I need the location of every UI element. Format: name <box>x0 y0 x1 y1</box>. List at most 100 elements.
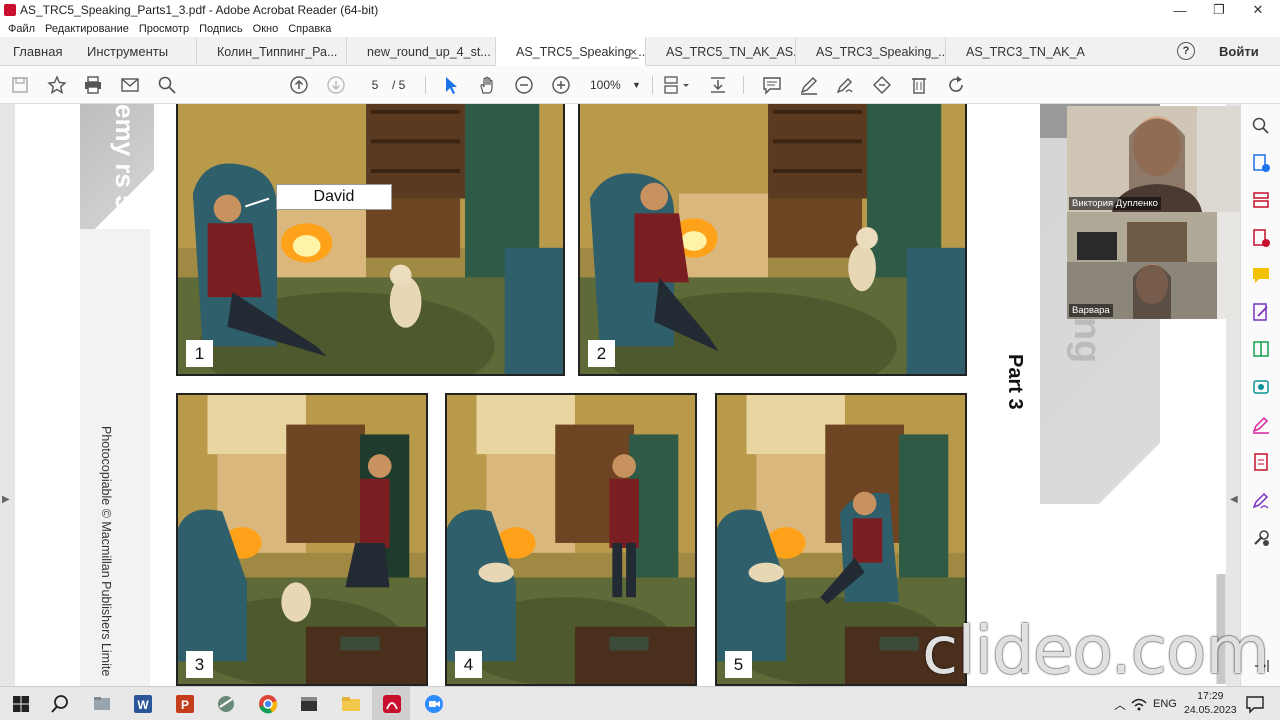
video-editor-icon[interactable] <box>298 693 320 715</box>
select-cursor-icon[interactable] <box>440 74 462 96</box>
language-indicator[interactable]: ENG <box>1153 698 1177 710</box>
page-layout-icon[interactable] <box>662 74 692 96</box>
system-clock[interactable]: 17:29 24.05.2023 <box>1184 689 1237 717</box>
tab-document[interactable]: new_round_up_4_st... <box>346 37 496 66</box>
tab-document-active[interactable]: AS_TRC5_Speaking_... × <box>495 37 645 67</box>
search-icon[interactable] <box>156 74 178 96</box>
protect-icon[interactable] <box>1251 452 1271 472</box>
video-watermark: clideo.com <box>922 612 1270 689</box>
minimize-button[interactable]: — <box>1160 0 1200 20</box>
svg-text:P: P <box>181 698 189 712</box>
combine-files-icon[interactable] <box>1251 339 1271 359</box>
close-window-button[interactable]: ✕ <box>1238 0 1278 20</box>
comic-panel <box>176 104 565 376</box>
search-icon[interactable] <box>49 693 71 715</box>
rotate-icon[interactable] <box>945 74 967 96</box>
close-tab-icon[interactable]: × <box>630 45 637 59</box>
tab-document[interactable]: AS_TRC3_Speaking_... <box>795 37 945 66</box>
video-tile[interactable]: Виктория Дупленко <box>1067 106 1240 212</box>
menu-window[interactable]: Окно <box>251 23 281 35</box>
menu-sign[interactable]: Подпись <box>197 23 245 35</box>
zoom-select[interactable]: 100% ▼ <box>590 76 642 94</box>
hand-tool-icon[interactable] <box>476 74 498 96</box>
clock-time: 17:29 <box>1197 690 1224 702</box>
page-total: / 5 <box>392 78 406 92</box>
tab-document[interactable]: AS_TRC3_TN_AK_AS... <box>945 37 1085 66</box>
windows-taskbar: W P ︿ ENG 17:29 24.05.2023 <box>0 686 1280 720</box>
scan-ocr-icon[interactable] <box>1251 377 1271 397</box>
living-room-illustration <box>580 104 965 374</box>
folder-icon[interactable] <box>340 693 362 715</box>
living-room-illustration <box>178 395 426 684</box>
next-page-icon[interactable] <box>325 74 347 96</box>
maximize-button[interactable]: ❐ <box>1199 0 1239 20</box>
clock-date: 24.05.2023 <box>1184 704 1237 716</box>
panel-number: 3 <box>186 651 213 678</box>
print-icon[interactable] <box>82 74 104 96</box>
export-pdf-icon[interactable] <box>1251 153 1271 173</box>
tab-document-label: Колин_Типпинг_Ра... <box>217 44 338 59</box>
more-tools-icon[interactable] <box>1251 528 1271 548</box>
tab-home[interactable]: Главная <box>13 37 62 66</box>
tab-document[interactable]: Колин_Типпинг_Ра... <box>196 37 346 66</box>
zoom-in-icon[interactable] <box>550 74 572 96</box>
menu-file[interactable]: Файл <box>6 23 37 35</box>
previous-page-icon[interactable] <box>288 74 310 96</box>
video-tile[interactable]: Варвара <box>1067 212 1240 319</box>
app-icon[interactable] <box>215 693 237 715</box>
windows-start-icon[interactable] <box>10 693 32 715</box>
panel-number: 2 <box>588 340 615 367</box>
tab-document-label: AS_TRC3_Speaking_... <box>816 44 945 59</box>
menu-edit[interactable]: Редактирование <box>43 23 131 35</box>
side-band-text: emy rs 5 <box>110 104 140 210</box>
edit-pdf-icon[interactable] <box>1251 302 1271 322</box>
zoom-out-icon[interactable] <box>513 74 535 96</box>
request-signature-icon[interactable] <box>1251 490 1271 510</box>
tab-bar: Главная Инструменты Колин_Типпинг_Ра... … <box>0 37 1280 67</box>
page-side-band: emy rs 5 <box>80 104 154 686</box>
file-explorer-icon[interactable] <box>91 693 113 715</box>
page-number-input[interactable]: 5 <box>363 76 387 94</box>
comic-panel <box>176 393 428 686</box>
word-icon[interactable]: W <box>132 693 154 715</box>
document-viewport[interactable]: ▶ emy rs 5 Photocopiable © Macmillan Pub… <box>0 104 1240 686</box>
toolbar: 5 / 5 100% ▼ <box>0 66 1280 104</box>
menu-view[interactable]: Просмотр <box>137 23 191 35</box>
window-title: AS_TRC5_Speaking_Parts1_3.pdf - Adobe Ac… <box>20 3 379 17</box>
zoom-icon[interactable] <box>423 693 445 715</box>
wifi-icon[interactable] <box>1130 693 1148 715</box>
svg-text:W: W <box>137 698 149 712</box>
powerpoint-icon[interactable]: P <box>174 693 196 715</box>
scroll-mode-icon[interactable] <box>707 74 729 96</box>
tab-tools[interactable]: Инструменты <box>87 37 168 66</box>
zoom-tool-icon[interactable] <box>1251 116 1271 136</box>
comment-tool-icon[interactable] <box>1251 265 1271 285</box>
delete-icon[interactable] <box>908 74 930 96</box>
create-pdf-icon[interactable] <box>1251 228 1271 248</box>
highlight-pen-icon[interactable] <box>798 74 820 96</box>
sign-in-button[interactable]: Войти <box>1219 37 1259 66</box>
chrome-icon[interactable] <box>257 693 279 715</box>
chevron-up-icon[interactable]: ︿ <box>1114 696 1126 713</box>
star-icon[interactable] <box>46 74 68 96</box>
help-icon[interactable]: ? <box>1177 42 1195 60</box>
save-icon[interactable] <box>9 74 31 96</box>
notifications-icon[interactable] <box>1244 693 1266 715</box>
participant-name: Виктория Дупленко <box>1069 197 1161 210</box>
acrobat-reader-icon[interactable] <box>381 693 403 715</box>
comic-panel <box>445 393 697 686</box>
email-icon[interactable] <box>119 74 141 96</box>
comic-panel <box>578 104 967 376</box>
comment-icon[interactable] <box>761 74 783 96</box>
tab-document[interactable]: AS_TRC5_TN_AK_AS... <box>645 37 795 66</box>
right-pane-toggle-icon[interactable]: ◀ <box>1230 494 1238 505</box>
menu-help[interactable]: Справка <box>286 23 333 35</box>
fill-sign-icon[interactable] <box>871 74 893 96</box>
sign-icon[interactable] <box>834 74 856 96</box>
organize-pages-icon[interactable] <box>1251 190 1271 210</box>
fill-sign-tool-icon[interactable] <box>1251 414 1271 434</box>
left-pane-toggle-icon[interactable]: ▶ <box>2 494 10 505</box>
tab-document-label: AS_TRC5_TN_AK_AS... <box>666 44 795 59</box>
panel-number: 5 <box>725 651 752 678</box>
tab-document-label: new_round_up_4_st... <box>367 44 491 59</box>
